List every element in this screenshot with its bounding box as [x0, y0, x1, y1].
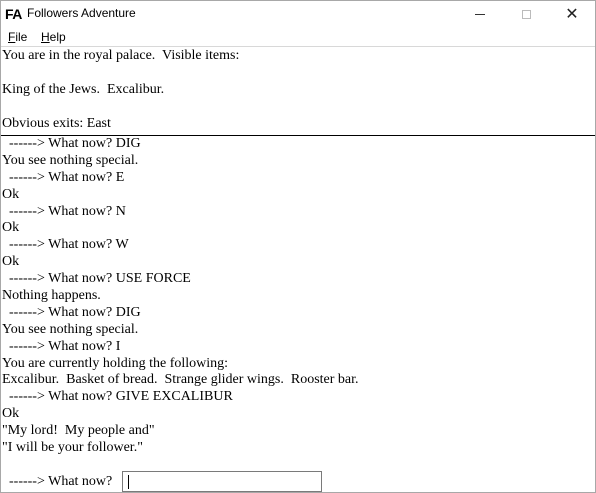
- log-line: Nothing happens.: [2, 288, 101, 304]
- room-description-panel: You are in the royal palace. Visible ite…: [1, 46, 595, 135]
- title-bar[interactable]: FA Followers Adventure ✕: [1, 1, 595, 27]
- room-line: You are in the royal palace. Visible ite…: [2, 48, 240, 63]
- log-line: Ok: [2, 406, 20, 422]
- log-line: You see nothing special.: [2, 152, 139, 168]
- log-line: ------> What now? E: [2, 169, 125, 185]
- close-button[interactable]: ✕: [549, 1, 595, 27]
- log-line: Ok: [2, 220, 20, 236]
- menu-bar: File Help: [1, 27, 595, 46]
- log-line: ------> What now? W: [2, 237, 129, 253]
- log-line: "I will be your follower.": [2, 440, 143, 456]
- command-prompt-label: ------> What now?: [2, 474, 113, 489]
- log-line: ------> What now? GIVE EXCALIBUR: [2, 389, 233, 405]
- game-log: ------> What now? DIG You see nothing spe…: [2, 136, 594, 466]
- maximize-button[interactable]: [503, 1, 549, 27]
- log-line: "My lord! My people and": [2, 423, 155, 439]
- log-line: You see nothing special.: [2, 321, 139, 337]
- maximize-icon: [521, 9, 531, 19]
- room-line: Obvious exits: East: [2, 116, 111, 131]
- window-title: Followers Adventure: [27, 6, 136, 20]
- close-icon: ✕: [565, 4, 579, 23]
- log-line: ------> What now? DIG: [2, 136, 141, 151]
- minimize-button[interactable]: [457, 1, 503, 27]
- log-line: ------> What now? I: [2, 338, 121, 354]
- log-line: ------> What now? USE FORCE: [2, 271, 191, 287]
- log-line: Ok: [2, 254, 20, 270]
- log-line: ------> What now? N: [2, 203, 126, 219]
- menu-file[interactable]: File: [8, 30, 27, 44]
- minimize-icon: [475, 13, 485, 15]
- log-line: You are currently holding the following:: [2, 355, 229, 371]
- command-input[interactable]: [122, 471, 322, 492]
- log-line: Excalibur. Basket of bread. Strange glid…: [2, 372, 359, 388]
- room-line: King of the Jews. Excalibur.: [2, 82, 165, 97]
- app-logo-icon: FA: [5, 6, 22, 22]
- log-line: Ok: [2, 186, 20, 202]
- text-caret: [128, 475, 129, 489]
- menu-help[interactable]: Help: [41, 30, 66, 44]
- app-window: FA Followers Adventure ✕ File Help You a…: [0, 0, 596, 493]
- log-line: ------> What now? DIG: [2, 304, 141, 320]
